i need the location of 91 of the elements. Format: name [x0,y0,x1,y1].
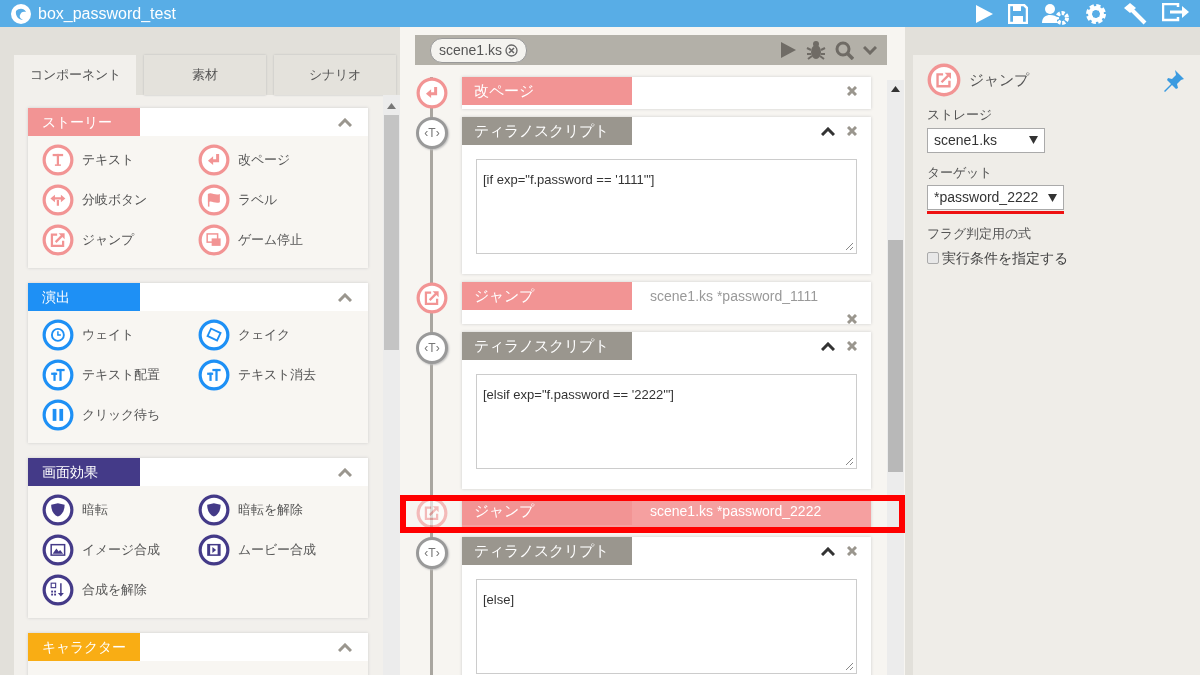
chevron-up-icon[interactable] [821,341,835,351]
component-item[interactable]: テキスト [42,144,198,176]
timeline-card[interactable]: ティラノスクリプト [else] [462,537,871,675]
close-circle-icon[interactable] [505,43,519,57]
select-field[interactable]: *password_2222 [927,185,1065,210]
panel-tab[interactable]: 素材 [144,55,266,95]
field-label: フラグ判定用の式 [927,225,1032,243]
jump-target: scene1.ks *password_2222 [649,501,822,521]
text-size-icon [42,359,74,391]
close-icon[interactable] [847,86,857,96]
chevron-down-icon[interactable] [863,45,877,55]
card-title: ティラノスクリプト [462,117,632,145]
text-size-icon [198,359,230,391]
component-item[interactable]: 暗転を解除 [198,494,354,526]
picture-icon [42,534,74,566]
windows-icon [198,224,230,256]
resize-grip-icon[interactable] [845,457,854,466]
field-label: ストレージ [927,106,993,124]
dropdown-arrow-icon[interactable] [1029,136,1038,144]
component-item[interactable]: ウェイト [42,319,198,351]
settings-icon[interactable] [1084,1,1108,26]
search-icon[interactable] [835,40,854,60]
panel-tab[interactable]: シナリオ [274,55,396,95]
component-item[interactable]: 合成を解除 [42,574,198,606]
section-title: 画面効果 [28,458,140,486]
user-gear-icon[interactable] [1042,2,1070,25]
close-icon[interactable] [847,314,857,324]
pin-icon[interactable] [1162,68,1186,92]
checkbox-label: 実行条件を指定する [942,248,1068,268]
section-title: 演出 [28,283,140,311]
panel-tab[interactable]: コンポーネント [14,55,136,95]
script-node-icon: ‹T› [416,537,448,569]
dropdown-arrow-icon[interactable] [1048,193,1058,202]
play-icon[interactable] [974,3,994,24]
hammer-icon[interactable] [1122,1,1148,26]
component-item[interactable]: ジャンプ [42,224,198,256]
file-tab[interactable]: scene1.ks [430,37,528,63]
card-title: 改ページ [462,77,632,105]
component-item[interactable]: ラベル [198,184,354,216]
component-item[interactable]: ムービー合成 [198,534,354,566]
close-icon[interactable] [847,546,857,556]
checkbox[interactable] [927,252,939,264]
shield-icon [198,494,230,526]
card-title: ティラノスクリプト [462,332,632,360]
component-item[interactable]: イメージ合成 [42,534,198,566]
scrollbar-track[interactable] [887,80,904,675]
play-icon[interactable] [779,41,797,59]
field-label: ターゲット [927,163,993,182]
timeline-card[interactable]: ティラノスクリプト [elsif exp="f.password == '2222'"] [462,332,871,489]
component-item[interactable]: テキスト配置 [42,359,198,391]
component-item[interactable]: 改ページ [198,144,354,176]
card-title: ティラノスクリプト [462,537,632,565]
clock-icon [42,319,74,351]
bug-icon[interactable] [806,40,826,60]
script-node-icon: ‹T› [416,332,448,364]
resize-grip-icon[interactable] [845,662,854,671]
scrollbar-thumb[interactable] [384,115,399,350]
flag-icon [198,184,230,216]
component-item[interactable]: クェイク [198,319,354,351]
scroll-up-icon[interactable] [891,86,900,92]
close-icon[interactable] [847,126,857,136]
shield-icon [42,494,74,526]
code-field[interactable]: [if exp="f.password == '1111'"] [476,159,857,254]
film-icon [198,534,230,566]
component-item[interactable]: クリック待ち [42,399,198,431]
scrollbar-thumb[interactable] [888,240,903,472]
letter-t-icon [42,144,74,176]
select-field[interactable]: scene1.ks [927,127,1045,153]
jump-target: scene1.ks *password_1111 [649,286,819,306]
chevron-up-icon[interactable] [821,126,835,136]
component-item[interactable]: ゲーム停止 [198,224,354,256]
section-title: ストーリー [28,108,140,136]
resize-grip-icon[interactable] [845,242,854,251]
scrollbar-track[interactable] [383,95,400,675]
close-icon[interactable] [847,341,857,351]
save-icon[interactable] [1008,3,1028,24]
component-item[interactable]: 暗転 [42,494,198,526]
timeline-card[interactable]: ティラノスクリプト [if exp="f.password == '1111'"] [462,117,871,274]
chevron-up-icon[interactable] [821,546,835,556]
section-title: キャラクター [28,633,140,661]
script-node-icon: ‹T› [416,117,448,149]
component-item[interactable]: テキスト消去 [198,359,354,391]
panel-title: ジャンプ [969,69,1029,90]
card-title: ジャンプ [462,282,632,310]
section-header[interactable]: 画面効果 [28,458,368,486]
split-arrows-icon [42,184,74,216]
window-title: box_password_test [38,3,176,24]
component-item[interactable]: 分岐ボタン [42,184,198,216]
pause-icon [42,399,74,431]
code-field[interactable]: [else] [476,579,857,674]
code-field[interactable]: [elsif exp="f.password == '2222'"] [476,374,857,469]
